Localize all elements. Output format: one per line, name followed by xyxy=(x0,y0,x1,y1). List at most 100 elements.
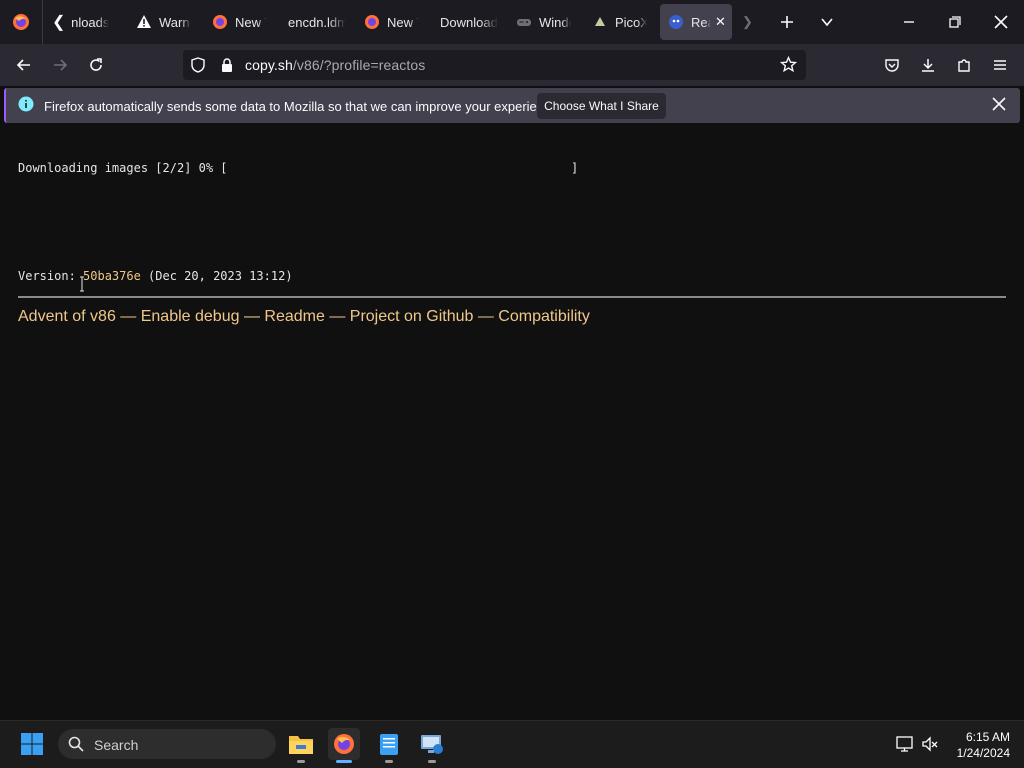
download-progress-text: Downloading images [2/2] 0% [ xyxy=(18,161,228,175)
chevron-down-icon xyxy=(821,18,833,27)
firefox-icon xyxy=(334,734,354,754)
firefox-view-button[interactable] xyxy=(0,0,42,44)
link-separator: — xyxy=(473,308,499,325)
chevron-left-icon: ❮ xyxy=(52,14,66,31)
minimize-icon xyxy=(904,21,914,23)
link-advent-of-v86[interactable]: Advent of v86 xyxy=(18,308,116,325)
extensions-button[interactable] xyxy=(948,49,980,81)
taskbar-search[interactable] xyxy=(58,729,276,759)
minimize-button[interactable] xyxy=(886,0,932,44)
firefox-icon xyxy=(213,15,227,29)
firefox-icon xyxy=(365,15,379,29)
app-menu-button[interactable] xyxy=(984,49,1016,81)
notification-message: Firefox automatically sends some data to… xyxy=(44,99,562,114)
close-icon xyxy=(994,15,1008,29)
volume-muted-icon[interactable] xyxy=(921,735,939,753)
search-placeholder: Search xyxy=(94,737,139,753)
divider xyxy=(18,296,1006,298)
tab-reactos[interactable]: ReactOS ✕ xyxy=(660,4,732,40)
link-separator: — xyxy=(239,308,265,325)
running-indicator xyxy=(385,760,393,763)
version-hash-link[interactable]: 50ba376e xyxy=(83,269,141,283)
tab-label: Downloads xyxy=(71,14,110,30)
forward-button[interactable] xyxy=(44,49,76,81)
tab-download[interactable]: Download xyxy=(440,4,502,40)
tracking-protection-icon[interactable] xyxy=(190,57,206,73)
running-indicator xyxy=(428,760,436,763)
pico-icon xyxy=(595,17,605,26)
choose-what-i-share-button[interactable]: Choose What I Share xyxy=(537,93,666,119)
plus-icon xyxy=(781,16,793,28)
list-all-tabs-button[interactable] xyxy=(804,0,850,44)
info-icon xyxy=(18,96,34,112)
network-icon[interactable] xyxy=(896,735,914,753)
remote-desktop-icon xyxy=(421,735,443,754)
remote-desktop-button[interactable] xyxy=(416,728,448,760)
reload-button[interactable] xyxy=(80,49,112,81)
folder-icon xyxy=(289,736,313,754)
tab-encdn[interactable]: encdn.ldm xyxy=(288,4,350,40)
reload-icon xyxy=(90,58,102,71)
v86-icon xyxy=(669,15,683,29)
windows-icon xyxy=(21,733,43,755)
firefox-taskbar-button[interactable] xyxy=(328,728,360,760)
back-button[interactable] xyxy=(8,49,40,81)
link-compatibility[interactable]: Compatibility xyxy=(498,308,590,325)
close-window-button[interactable] xyxy=(978,0,1024,44)
start-button[interactable] xyxy=(16,728,48,760)
tab-new-tab[interactable]: New Tab xyxy=(212,4,274,40)
bookmark-star-icon[interactable] xyxy=(780,56,797,73)
close-tab-icon[interactable]: ✕ xyxy=(715,14,726,30)
clock-time[interactable]: 6:15 AM xyxy=(960,730,1010,744)
puzzle-icon xyxy=(958,59,970,72)
url-domain: copy.sh xyxy=(245,57,293,73)
hamburger-icon xyxy=(994,60,1006,70)
restore-button[interactable] xyxy=(932,0,978,44)
footer-links: Advent of v86 — Enable debug — Readme — … xyxy=(18,308,590,326)
link-enable-debug[interactable]: Enable debug xyxy=(141,308,240,325)
arrow-right-icon xyxy=(54,59,68,71)
link-project-on-github[interactable]: Project on Github xyxy=(350,308,474,325)
lock-icon[interactable] xyxy=(219,57,235,73)
download-icon xyxy=(922,59,934,72)
file-explorer-button[interactable] xyxy=(285,728,317,760)
version-label: Version: xyxy=(18,269,84,283)
tab-label: Download xyxy=(440,14,498,30)
link-separator: — xyxy=(115,308,141,325)
link-readme[interactable]: Readme xyxy=(264,308,324,325)
tab-picoxt[interactable]: PicoXT xyxy=(592,4,654,40)
download-progress-end: ] xyxy=(571,161,579,175)
running-indicator xyxy=(297,760,305,763)
version-line: Version: 50ba376e (Dec 20, 2023 13:12) xyxy=(18,269,293,283)
arrow-left-icon xyxy=(16,59,30,71)
downloads-button[interactable] xyxy=(912,49,944,81)
tab-label: encdn.ldm xyxy=(288,14,346,30)
notepad-icon xyxy=(380,734,398,755)
firefox-icon xyxy=(13,14,29,30)
pocket-button[interactable] xyxy=(876,49,908,81)
tab-label: New Tab xyxy=(387,14,419,30)
tab-warning[interactable]: Warning xyxy=(136,4,198,40)
close-notification-icon[interactable] xyxy=(992,97,1006,111)
url-path: /v86/?profile=reactos xyxy=(292,57,426,73)
notepad-button[interactable] xyxy=(373,728,405,760)
tab-strip: ❮ Downloads Warning New Tab encdn.ldm Ne… xyxy=(0,0,1024,44)
tab-label: New Tab xyxy=(235,14,267,30)
tab-downloads[interactable]: ❮ Downloads xyxy=(52,4,118,40)
scroll-tabs-right-button[interactable]: ❯ xyxy=(742,4,762,40)
restore-icon xyxy=(949,16,961,28)
url-text[interactable]: copy.sh/v86/?profile=reactos xyxy=(245,57,425,73)
page-content xyxy=(0,127,1024,720)
tab-label: ReactOS xyxy=(691,14,711,30)
tab-new-tab-2[interactable]: New Tab xyxy=(364,4,426,40)
link-separator: — xyxy=(324,308,350,325)
tab-windows[interactable]: Windows xyxy=(516,4,578,40)
pocket-icon xyxy=(885,59,899,72)
clock-date[interactable]: 1/24/2024 xyxy=(946,746,1010,760)
tab-label: Windows xyxy=(539,14,571,30)
version-date: (Dec 20, 2023 13:12) xyxy=(140,269,293,283)
text-cursor-icon xyxy=(80,276,84,292)
gamepad-icon xyxy=(517,19,531,26)
chevron-right-icon: ❯ xyxy=(742,14,753,29)
search-icon xyxy=(68,736,84,752)
